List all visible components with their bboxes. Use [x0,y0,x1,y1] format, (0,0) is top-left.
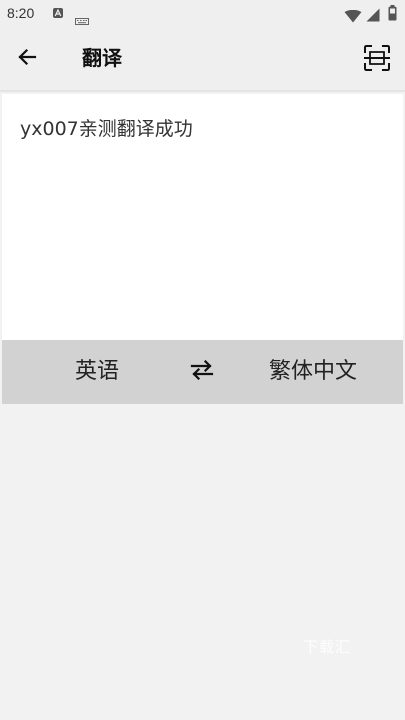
a-notification-icon [53,8,63,18]
arrow-left-icon [16,46,38,72]
swap-languages-button[interactable] [186,358,218,386]
source-text[interactable]: yx007亲测翻译成功 [20,116,193,142]
signal-icon [366,7,380,26]
language-bar: 英语 繁体中文 [2,340,403,404]
swap-arrows-icon [190,359,214,384]
source-text-card[interactable]: yx007亲测翻译成功 [2,94,403,340]
watermark: 下载汇 [303,638,352,656]
status-bar: 8:20 [0,0,405,28]
keyboard-icon [75,10,89,25]
app-bar: 翻译 [0,28,405,92]
battery-icon [388,5,397,25]
status-time: 8:20 [7,5,35,21]
scan-button[interactable] [358,41,396,79]
wifi-icon [344,8,362,27]
source-language-button[interactable]: 英语 [60,358,134,386]
scan-icon [363,44,391,76]
target-language-button[interactable]: 繁体中文 [254,358,372,386]
page-title: 翻译 [82,46,122,70]
back-button[interactable] [10,42,44,76]
